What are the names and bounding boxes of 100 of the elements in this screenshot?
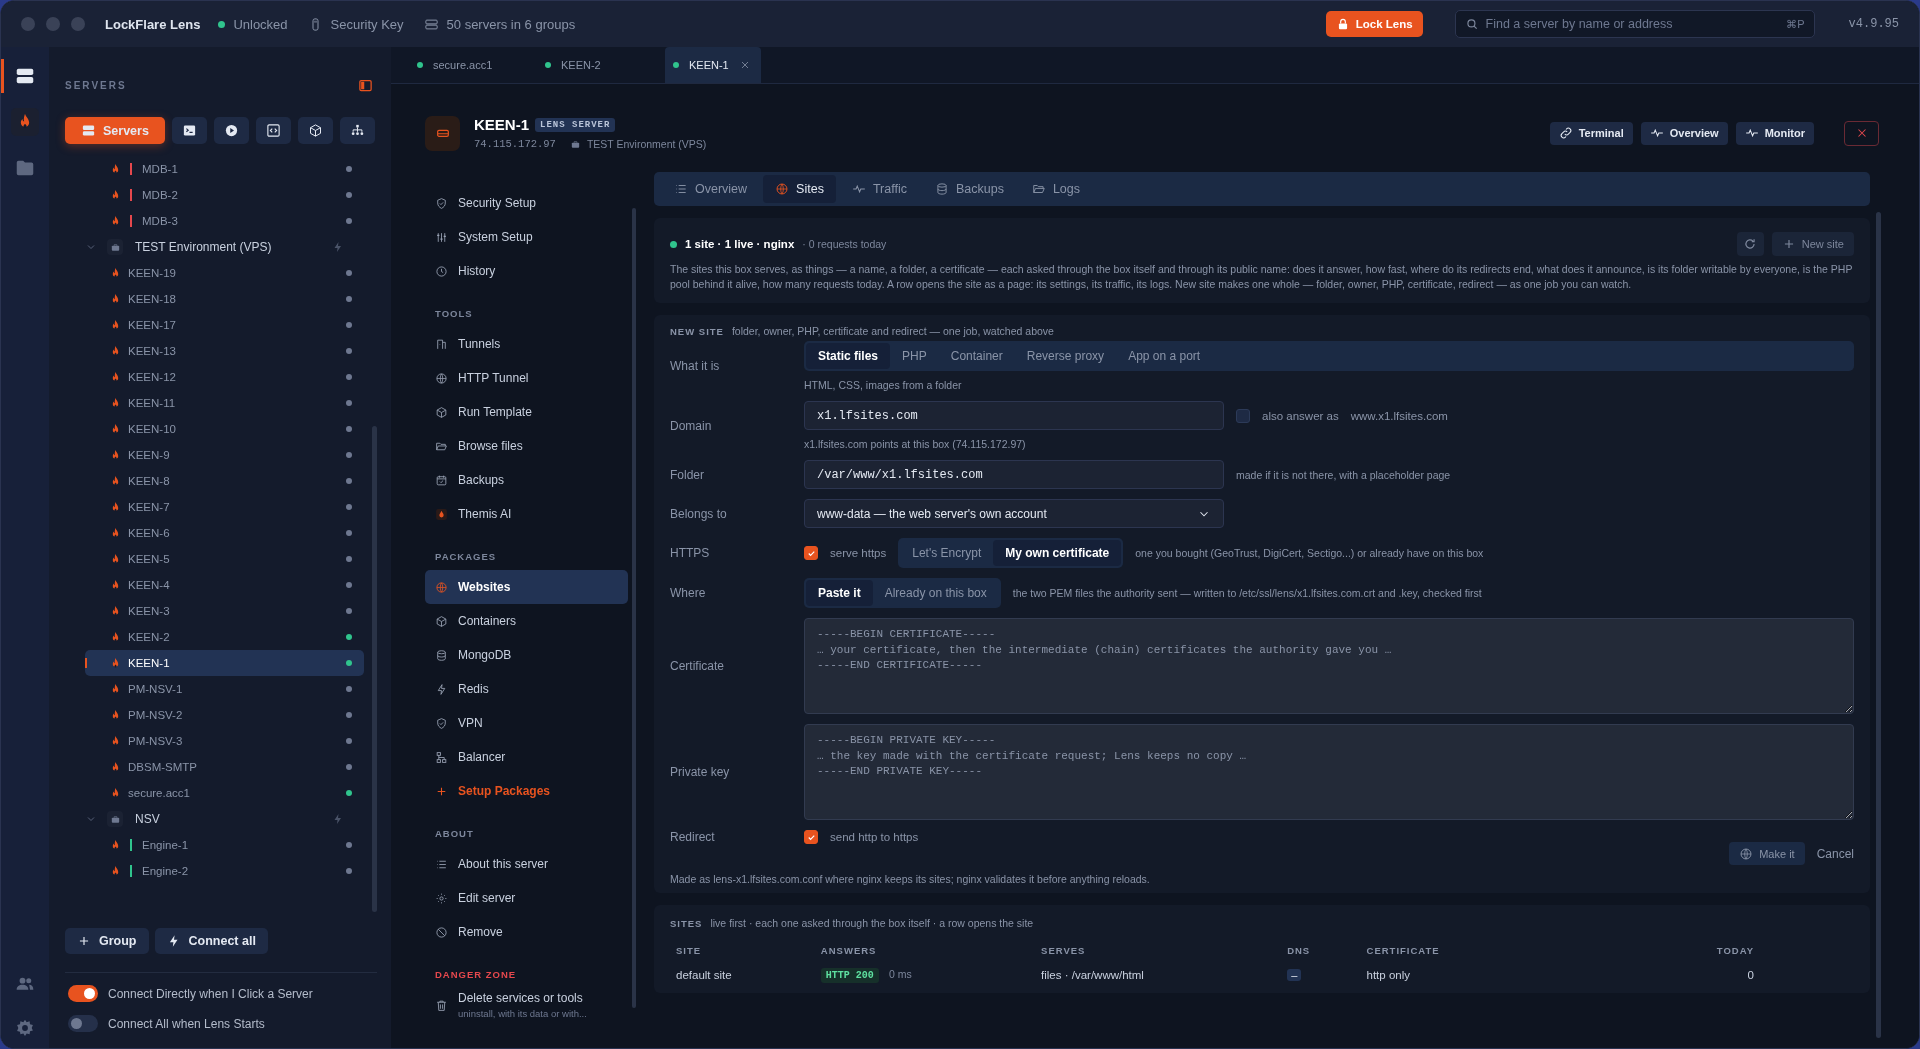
group-row[interactable]: TEST Environment (VPS) <box>85 234 364 260</box>
nav-item[interactable]: Setup Packages <box>425 774 628 808</box>
page-tab[interactable]: Backups <box>922 175 1016 203</box>
toggle-switch[interactable] <box>68 985 98 1002</box>
nav-item[interactable]: About this server <box>425 847 628 881</box>
segment-option[interactable]: Paste it <box>806 580 873 606</box>
server-row[interactable]: KEEN-10 <box>85 416 364 442</box>
server-row[interactable]: KEEN-11 <box>85 390 364 416</box>
scrollbar[interactable] <box>372 426 377 912</box>
nav-item[interactable]: Containers <box>425 604 628 638</box>
nav-item[interactable]: Delete services or tools uninstall, with its data or with... <box>425 988 628 1022</box>
segment-option[interactable]: Let's Encrypt <box>900 540 994 566</box>
server-tab[interactable]: KEEN-1 <box>665 47 761 83</box>
server-row[interactable]: Engine-2 <box>85 858 364 884</box>
nav-item[interactable]: System Setup <box>425 220 628 254</box>
database-icon <box>435 648 448 662</box>
certificate-field[interactable]: -----BEGIN CERTIFICATE----- … your certificate, then the intermediate (chain) certificates the authority gave you … -----END CERTIFICATE----- <box>804 618 1854 714</box>
panel-icon[interactable] <box>358 77 373 93</box>
nav-item[interactable]: Redis <box>425 672 628 706</box>
action-button[interactable]: Monitor <box>1735 121 1814 145</box>
play-tab[interactable] <box>213 117 249 144</box>
terminal-tab[interactable] <box>171 117 207 144</box>
toggle-switch[interactable] <box>68 1015 98 1032</box>
server-row[interactable]: KEEN-19 <box>85 260 364 286</box>
nav-item[interactable]: Remove <box>425 915 628 949</box>
add-group-button[interactable]: Group <box>65 928 149 954</box>
page-tab[interactable]: Sites <box>763 175 836 203</box>
segment-option[interactable]: My own certificate <box>993 540 1122 566</box>
action-button[interactable]: Terminal <box>1549 121 1633 145</box>
nav-item[interactable]: VPN <box>425 706 628 740</box>
scrollbar[interactable] <box>1876 212 1881 1038</box>
cancel-button[interactable]: Cancel <box>1816 846 1854 861</box>
nav-item[interactable]: HTTP Tunnel <box>425 361 628 395</box>
checkbox[interactable] <box>804 830 818 844</box>
server-row[interactable]: MDB-2 <box>85 182 364 208</box>
server-row[interactable]: MDB-3 <box>85 208 364 234</box>
page-tab[interactable]: Overview <box>662 175 760 203</box>
mode-tab[interactable]: Servers <box>65 117 165 144</box>
server-row[interactable]: KEEN-1 <box>85 650 364 676</box>
nav-item[interactable]: Balancer <box>425 740 628 774</box>
new-site-button[interactable]: New site <box>1771 232 1854 256</box>
segment-option[interactable]: PHP <box>890 343 939 369</box>
segment-option[interactable]: Reverse proxy <box>1014 343 1117 369</box>
domain-field[interactable]: x1.lfsites.com <box>804 401 1224 430</box>
bolt-icon <box>332 813 344 825</box>
nav-item[interactable]: Browse files <box>425 429 628 463</box>
server-row[interactable]: MDB-1 <box>85 156 364 182</box>
checkbox[interactable] <box>804 546 818 560</box>
server-tab[interactable]: KEEN-2 <box>537 47 665 83</box>
page-tab[interactable]: Logs <box>1019 175 1092 203</box>
server-row[interactable]: PM-NSV-3 <box>85 728 364 754</box>
hierarchy-tab[interactable] <box>339 117 375 144</box>
server-row[interactable]: KEEN-13 <box>85 338 364 364</box>
nav-item[interactable]: Websites <box>425 570 628 604</box>
page-tab[interactable]: Traffic <box>839 175 919 203</box>
server-row[interactable]: Engine-1 <box>85 832 364 858</box>
server-row[interactable]: KEEN-8 <box>85 468 364 494</box>
nav-item[interactable]: Edit server <box>425 881 628 915</box>
segment-option[interactable]: Already on this box <box>872 580 999 606</box>
server-row[interactable]: KEEN-7 <box>85 494 364 520</box>
nav-item[interactable]: Tunnels <box>425 327 628 361</box>
server-row[interactable]: PM-NSV-2 <box>85 702 364 728</box>
nav-item[interactable]: Backups <box>425 463 628 497</box>
connect-all-button[interactable]: Connect all <box>154 928 268 954</box>
segment-option[interactable]: Static files <box>806 343 891 369</box>
nav-item[interactable]: Run Template <box>425 395 628 429</box>
server-row[interactable]: KEEN-9 <box>85 442 364 468</box>
server-row[interactable]: PM-NSV-1 <box>85 676 364 702</box>
server-row[interactable]: KEEN-18 <box>85 286 364 312</box>
security-key-label[interactable]: Security Key <box>330 16 404 32</box>
nav-item[interactable]: Themis AI <box>425 497 628 531</box>
server-row[interactable]: KEEN-5 <box>85 546 364 572</box>
owner-dropdown[interactable]: www-data — the web server's own account <box>804 499 1224 528</box>
segment-option[interactable]: App on a port <box>1116 343 1213 369</box>
server-row[interactable]: KEEN-2 <box>85 624 364 650</box>
refresh-button[interactable] <box>1736 232 1764 256</box>
checkbox[interactable] <box>1236 408 1250 423</box>
server-row[interactable]: KEEN-12 <box>85 364 364 390</box>
server-row[interactable]: secure.acc1 <box>85 780 364 806</box>
code-tab[interactable] <box>255 117 291 144</box>
folder-field[interactable]: /var/www/x1.lfsites.com <box>804 460 1224 489</box>
server-row[interactable]: KEEN-17 <box>85 312 364 338</box>
server-tab[interactable]: secure.acc1 <box>409 47 537 83</box>
segment-option[interactable]: Container <box>938 343 1015 369</box>
lock-status: Unlocked <box>233 16 288 32</box>
nav-item[interactable]: History <box>425 254 628 288</box>
nav-item[interactable]: Security Setup <box>425 186 628 220</box>
group-row[interactable]: NSV <box>85 806 364 832</box>
server-row[interactable]: KEEN-4 <box>85 572 364 598</box>
server-row[interactable]: KEEN-3 <box>85 598 364 624</box>
nav-item[interactable]: MongoDB <box>425 638 628 672</box>
lock-button[interactable]: Lock Lens <box>1325 11 1423 37</box>
server-name: KEEN-4 <box>128 579 171 591</box>
server-row[interactable]: DBSM-SMTP <box>85 754 364 780</box>
cube-tab[interactable] <box>297 117 333 144</box>
server-row[interactable]: KEEN-6 <box>85 520 364 546</box>
scrollbar[interactable] <box>632 208 636 1008</box>
private-key-field[interactable]: -----BEGIN PRIVATE KEY----- … the key made with the certificate request; Lens keeps no copy … -----END PRIVATE KEY----- <box>804 724 1854 820</box>
make-it-button[interactable]: Make it <box>1729 842 1805 865</box>
action-button[interactable]: Overview <box>1640 121 1728 145</box>
